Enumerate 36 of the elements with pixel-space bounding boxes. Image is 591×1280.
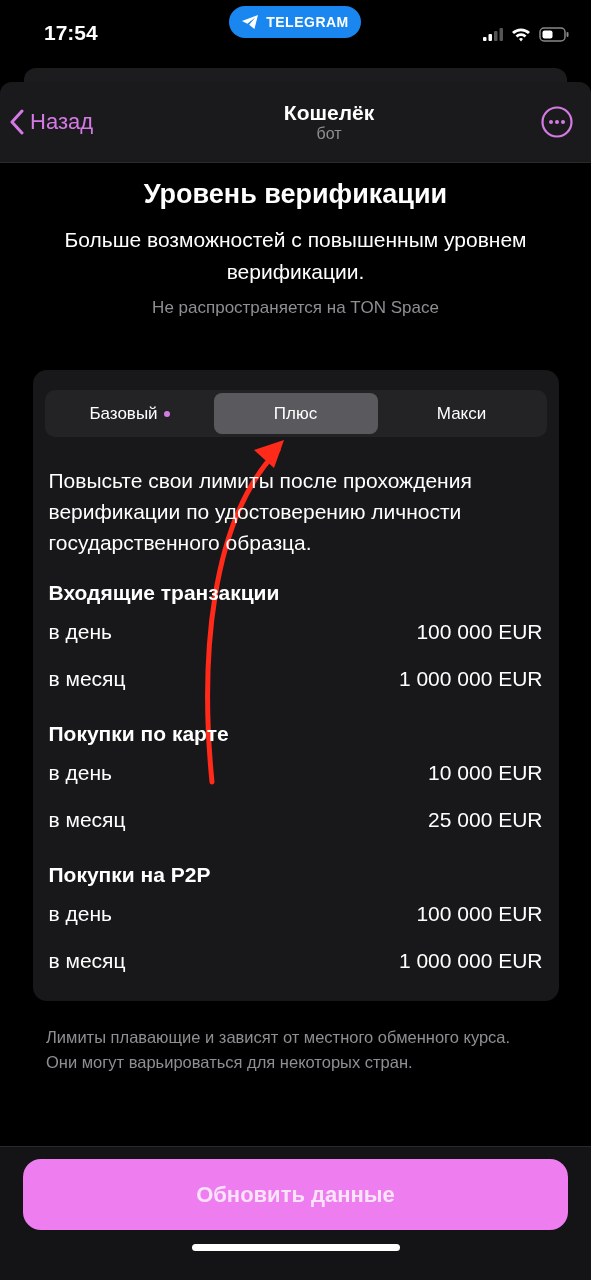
tab-label: Базовый bbox=[89, 403, 158, 424]
level-tab[interactable]: Плюс bbox=[213, 393, 378, 434]
page-title: Уровень верификации bbox=[143, 179, 448, 210]
limit-period: в день bbox=[48, 620, 112, 644]
page-note: Не распространяется на TON Space bbox=[152, 298, 439, 318]
more-icon bbox=[541, 106, 573, 138]
limit-period: в месяц bbox=[48, 808, 126, 832]
limit-period: в день bbox=[48, 902, 112, 926]
more-button[interactable] bbox=[541, 106, 573, 138]
limit-period: в день bbox=[48, 761, 112, 785]
paper-plane-icon bbox=[241, 14, 260, 30]
footnote: Лимиты плавающие и зависят от местного обменного курса. Они могут варьироваться для некоторых стран. bbox=[46, 1027, 512, 1073]
limit-amount: 25 000 EUR bbox=[428, 808, 543, 832]
limit-period: в месяц bbox=[48, 667, 126, 691]
level-tab[interactable]: Базовый bbox=[47, 393, 212, 434]
back-button[interactable]: Назад bbox=[10, 109, 94, 135]
header-subtitle: бот bbox=[316, 125, 342, 143]
limit-period: в месяц bbox=[48, 949, 126, 973]
app-pill[interactable]: TELEGRAM bbox=[229, 6, 361, 38]
section-title: Покупки на P2P bbox=[48, 862, 212, 888]
wifi-icon bbox=[511, 26, 531, 42]
signal-icon bbox=[483, 27, 503, 41]
limit-amount: 1 000 000 EUR bbox=[398, 667, 543, 691]
page-subtitle: Больше возможностей с повышенным уровнем верификации. bbox=[63, 227, 528, 285]
battery-icon bbox=[539, 26, 569, 42]
limit-amount: 100 000 EUR bbox=[416, 620, 543, 644]
status-time: 17:54 bbox=[44, 21, 98, 45]
limit-amount: 10 000 EUR bbox=[428, 761, 543, 785]
chevron-left-icon bbox=[10, 109, 24, 135]
level-tab[interactable]: Макси bbox=[379, 393, 544, 434]
limit-amount: 100 000 EUR bbox=[416, 902, 543, 926]
header-title: Кошелёк bbox=[283, 101, 375, 125]
limit-amount: 1 000 000 EUR bbox=[398, 949, 543, 973]
tab-label: Плюс bbox=[273, 403, 318, 424]
app-name: TELEGRAM bbox=[266, 14, 349, 30]
tab-label: Макси bbox=[436, 403, 487, 424]
